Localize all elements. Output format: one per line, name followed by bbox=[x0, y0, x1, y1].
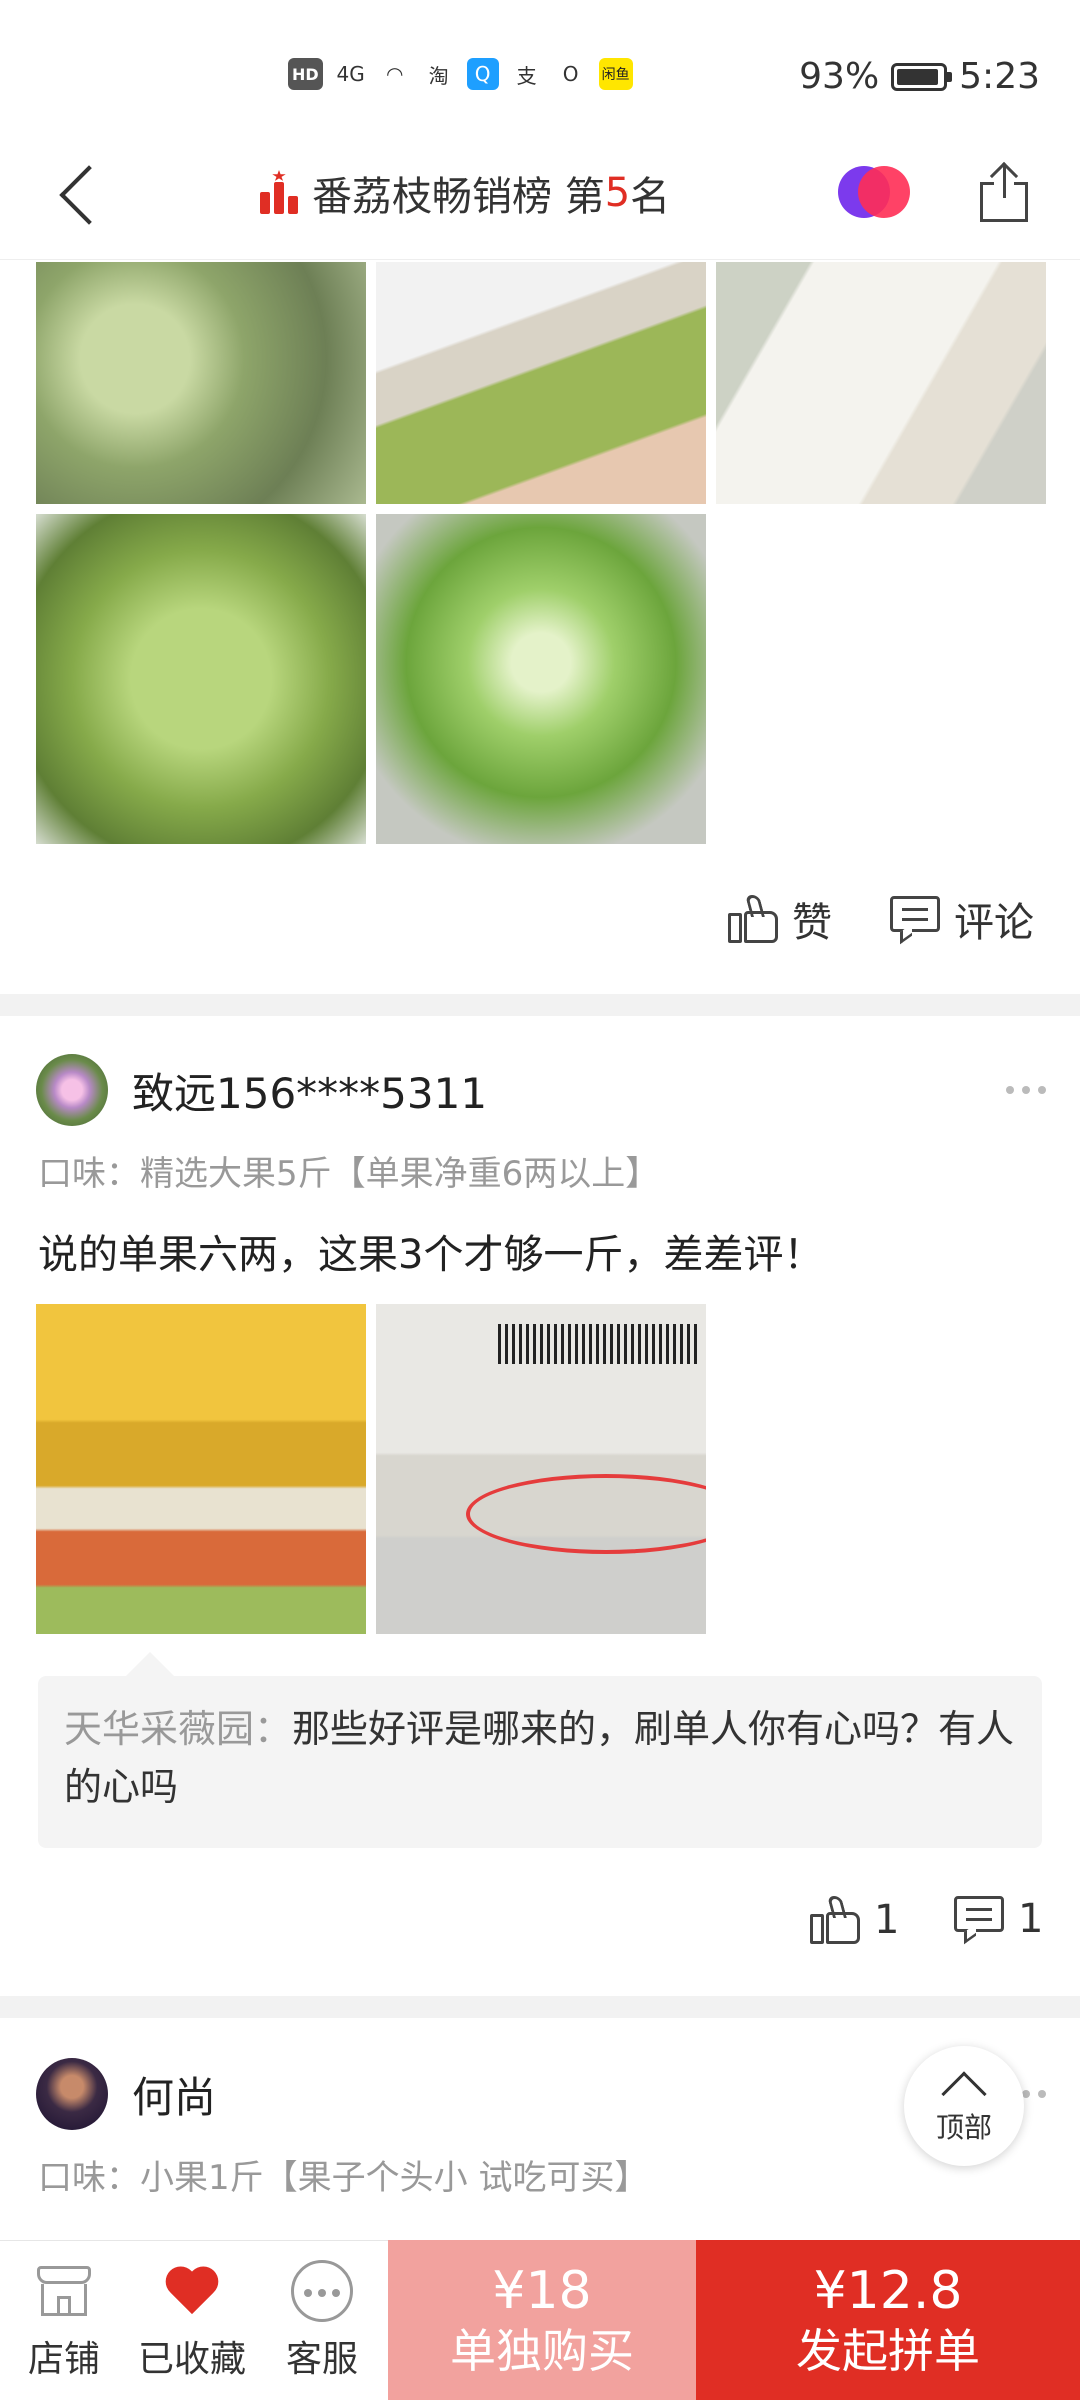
rank-title-prefix: 番荔枝畅销榜 第 bbox=[312, 174, 605, 220]
reply-caret bbox=[126, 1652, 174, 1676]
review-photo[interactable] bbox=[376, 262, 706, 504]
thumbs-up-icon bbox=[810, 1896, 862, 1944]
like-count: 1 bbox=[874, 1897, 900, 1943]
xianyu-icon: 闲鱼 bbox=[598, 58, 633, 90]
app-icon: O bbox=[562, 62, 579, 86]
buy-alone-button[interactable]: ¥18 单独购买 bbox=[388, 2240, 696, 2400]
username[interactable]: 致远156****5311 bbox=[132, 1060, 487, 1121]
back-to-top-button[interactable]: 顶部 bbox=[904, 2046, 1024, 2166]
nav-bar: 番荔枝畅销榜 第5名 bbox=[0, 130, 1080, 260]
hd-icon: HD bbox=[288, 58, 323, 90]
search-app-icon: Q bbox=[466, 58, 499, 90]
circle-overlap-icon[interactable] bbox=[838, 166, 910, 218]
review-photo[interactable] bbox=[716, 262, 1046, 504]
signal-icon: 4G bbox=[336, 62, 365, 86]
status-bar: HD 4G ◠ 淘 Q 支 O 闲鱼 93% 5:23 bbox=[0, 0, 1080, 130]
battery-fill bbox=[897, 68, 939, 85]
battery-icon bbox=[891, 62, 953, 91]
comment-button[interactable]: 评论 bbox=[890, 890, 1034, 948]
flavor-spec: 口味：精选大果5斤【单果净重6两以上】 bbox=[38, 1154, 660, 1194]
review-photo[interactable] bbox=[36, 262, 366, 504]
chat-icon bbox=[291, 2260, 353, 2322]
thumbs-up-icon bbox=[728, 895, 780, 943]
review-photo[interactable] bbox=[36, 514, 366, 844]
wifi-icon: ◠ bbox=[385, 62, 404, 86]
group-buy-button[interactable]: ¥12.8 发起拼单 bbox=[696, 2240, 1080, 2400]
taobao-icon: 淘 bbox=[428, 63, 449, 88]
alipay-icon: 支 bbox=[516, 63, 537, 88]
comment-count: 1 bbox=[1018, 1896, 1044, 1942]
review-photo[interactable] bbox=[376, 514, 706, 844]
favorite-label: 已收藏 bbox=[137, 2339, 246, 2380]
customer-service-button[interactable]: 客服 bbox=[262, 2260, 382, 2382]
comment-label: 评论 bbox=[954, 900, 1034, 946]
merchant-reply: 天华采薇园：那些好评是哪来的，刷单人你有心吗？有人的心吗 bbox=[38, 1676, 1042, 1848]
heart-icon bbox=[161, 2260, 223, 2322]
store-button[interactable]: 店铺 bbox=[4, 2260, 124, 2382]
comment-button[interactable]: 1 bbox=[954, 1896, 1044, 1945]
service-label: 客服 bbox=[285, 2339, 358, 2380]
rank-title-suffix: 名 bbox=[630, 174, 671, 220]
review-photo[interactable] bbox=[376, 1304, 706, 1634]
ranking-icon bbox=[258, 170, 302, 216]
more-icon[interactable] bbox=[1006, 1086, 1046, 1094]
clock: 5:23 bbox=[959, 56, 1040, 97]
like-label: 赞 bbox=[792, 900, 832, 946]
review-text: 说的单果六两，这果3个才够一斤，差差评！ bbox=[38, 1232, 824, 1278]
flavor-spec: 口味：小果1斤【果子个头小 试吃可买】 bbox=[38, 2158, 649, 2198]
rank-title[interactable]: 番荔枝畅销榜 第5名 bbox=[258, 164, 670, 222]
store-label: 店铺 bbox=[27, 2339, 100, 2380]
favorite-button[interactable]: 已收藏 bbox=[132, 2260, 252, 2382]
section-divider bbox=[0, 1996, 1080, 2018]
group-price: ¥12.8 bbox=[813, 2261, 963, 2321]
like-button[interactable]: 1 bbox=[810, 1896, 899, 1944]
battery-percent: 93% bbox=[799, 56, 880, 97]
comment-icon bbox=[954, 1896, 1006, 1945]
status-right: 93% 5:23 bbox=[799, 56, 1040, 97]
single-label: 单独购买 bbox=[450, 2324, 634, 2378]
share-icon[interactable] bbox=[976, 161, 1036, 224]
comment-icon bbox=[890, 896, 942, 945]
status-icons: HD 4G ◠ 淘 Q 支 O 闲鱼 bbox=[288, 58, 633, 90]
reply-author: 天华采薇园： bbox=[64, 1707, 293, 1751]
back-icon[interactable] bbox=[50, 160, 120, 230]
avatar[interactable] bbox=[36, 2058, 108, 2130]
rank-number: 5 bbox=[604, 170, 631, 216]
username[interactable]: 何尚 bbox=[132, 2064, 216, 2125]
store-icon bbox=[33, 2260, 95, 2322]
section-divider bbox=[0, 994, 1080, 1016]
like-button[interactable]: 赞 bbox=[728, 890, 832, 948]
review-photo[interactable] bbox=[36, 1304, 366, 1634]
group-label: 发起拼单 bbox=[796, 2324, 980, 2378]
avatar[interactable] bbox=[36, 1054, 108, 1126]
single-price: ¥18 bbox=[492, 2261, 592, 2321]
